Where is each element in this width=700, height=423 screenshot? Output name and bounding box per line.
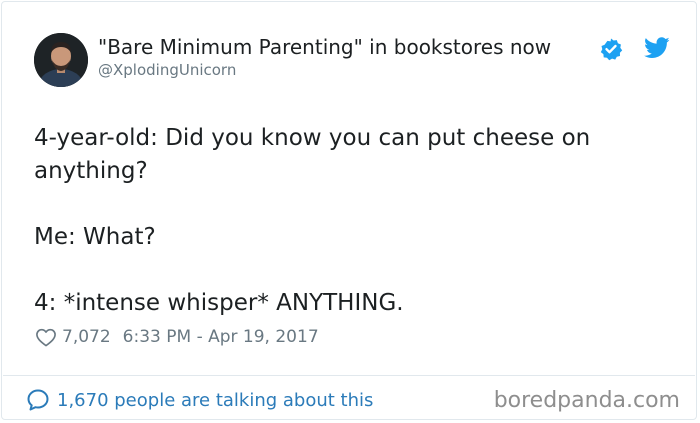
tweet-line: Me: What? — [34, 224, 156, 250]
footer-divider — [3, 375, 695, 376]
talking-link[interactable]: 1,670 people are talking about this — [26, 387, 373, 413]
tweet-line: 4: *intense whisper* ANYTHING. — [34, 290, 404, 316]
heart-icon[interactable] — [35, 327, 57, 347]
verified-badge-icon — [600, 38, 623, 61]
tweet-card: "Bare Minimum Parenting" in bookstores n… — [1, 1, 697, 420]
tweet-line: 4-year-old: Did you know you can put che… — [34, 125, 591, 184]
speech-bubble-icon — [27, 389, 49, 411]
tweet-timestamp[interactable]: 6:33 PM - Apr 19, 2017 — [123, 327, 319, 347]
tweet-meta: 7,072 6:33 PM - Apr 19, 2017 — [35, 324, 319, 350]
watermark: boredpanda.com — [493, 388, 680, 413]
twitter-bird-icon[interactable] — [644, 37, 670, 59]
author-handle[interactable]: @XplodingUnicorn — [98, 60, 236, 80]
author-display-name[interactable]: "Bare Minimum Parenting" in bookstores n… — [98, 34, 551, 60]
avatar-image — [34, 33, 88, 87]
like-count[interactable]: 7,072 — [62, 327, 111, 347]
tweet-text: 4-year-old: Did you know you can put che… — [34, 122, 674, 353]
avatar[interactable] — [34, 33, 88, 87]
talking-text: 1,670 people are talking about this — [57, 389, 374, 411]
